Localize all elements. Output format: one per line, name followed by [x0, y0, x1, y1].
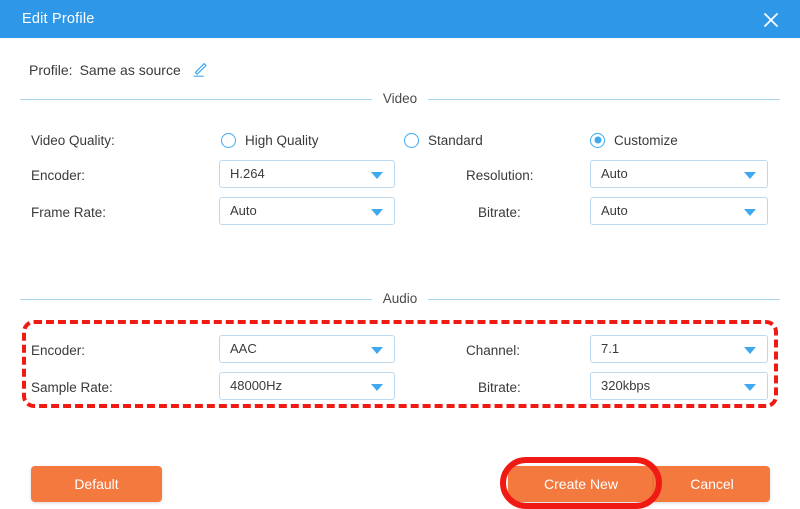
- audio-channel-dropdown[interactable]: 7.1: [590, 335, 768, 363]
- video-encoder-value: H.264: [230, 166, 265, 181]
- pencil-edit-icon[interactable]: [191, 61, 209, 79]
- radio-label-customize: Customize: [614, 132, 678, 148]
- video-bitrate-dropdown[interactable]: Auto: [590, 197, 768, 225]
- video-framerate-label: Frame Rate:: [31, 205, 107, 220]
- audio-bitrate-dropdown[interactable]: 320kbps: [590, 372, 768, 400]
- video-section-divider: Video: [20, 91, 781, 107]
- radio-circle-standard: [404, 132, 419, 148]
- video-encoder-dropdown[interactable]: H.264: [219, 160, 395, 188]
- audio-encoder-label: Encoder:: [31, 343, 86, 358]
- audio-channel-label: Channel:: [466, 343, 521, 358]
- close-icon[interactable]: [756, 5, 786, 35]
- radio-circle-customize: [590, 132, 605, 148]
- video-framerate-value: Auto: [230, 203, 257, 218]
- radio-label-standard: Standard: [428, 132, 483, 148]
- audio-samplerate-dropdown[interactable]: 48000Hz: [219, 372, 395, 400]
- divider-rule-right: [428, 98, 781, 100]
- divider-rule-left: [20, 98, 372, 100]
- radio-circle-high-quality: [221, 132, 236, 148]
- cancel-button[interactable]: Cancel: [654, 466, 770, 502]
- profile-value: Same as source: [79, 62, 181, 78]
- create-new-button[interactable]: Create New: [508, 466, 654, 502]
- audio-bitrate-value: 320kbps: [601, 378, 651, 393]
- radio-standard[interactable]: Standard: [404, 130, 483, 150]
- chevron-down-icon: [371, 209, 383, 216]
- audio-samplerate-label: Sample Rate:: [31, 380, 113, 395]
- audio-section-divider: Audio: [20, 291, 780, 307]
- radio-label-high-quality: High Quality: [245, 132, 319, 148]
- chevron-down-icon: [744, 172, 756, 179]
- radio-customize[interactable]: Customize: [590, 130, 678, 150]
- chevron-down-icon: [744, 347, 756, 354]
- radio-high-quality[interactable]: High Quality: [221, 130, 319, 150]
- audio-section-label: Audio: [382, 291, 418, 307]
- edit-profile-dialog: Edit Profile Profile: Same as source Vid…: [0, 0, 800, 509]
- chevron-down-icon: [371, 384, 383, 391]
- video-framerate-dropdown[interactable]: Auto: [219, 197, 395, 225]
- default-button[interactable]: Default: [31, 466, 162, 502]
- video-resolution-value: Auto: [601, 166, 628, 181]
- video-bitrate-label: Bitrate:: [478, 205, 521, 220]
- video-bitrate-value: Auto: [601, 203, 628, 218]
- video-quality-label: Video Quality:: [31, 133, 115, 148]
- video-encoder-label: Encoder:: [31, 168, 86, 183]
- video-resolution-dropdown[interactable]: Auto: [590, 160, 768, 188]
- chevron-down-icon: [744, 209, 756, 216]
- chevron-down-icon: [371, 172, 383, 179]
- audio-encoder-dropdown[interactable]: AAC: [219, 335, 395, 363]
- video-resolution-label: Resolution:: [466, 168, 534, 183]
- window-title: Edit Profile: [22, 11, 95, 27]
- divider-rule-right: [428, 298, 780, 300]
- divider-rule-left: [20, 298, 372, 300]
- title-bar: Edit Profile: [0, 0, 800, 38]
- profile-label: Profile:: [29, 62, 73, 78]
- chevron-down-icon: [371, 347, 383, 354]
- audio-bitrate-label: Bitrate:: [478, 380, 521, 395]
- video-section-label: Video: [382, 91, 418, 107]
- audio-encoder-value: AAC: [230, 341, 257, 356]
- audio-samplerate-value: 48000Hz: [230, 378, 283, 393]
- chevron-down-icon: [744, 384, 756, 391]
- audio-channel-value: 7.1: [601, 341, 620, 356]
- profile-row: Profile: Same as source: [29, 60, 209, 80]
